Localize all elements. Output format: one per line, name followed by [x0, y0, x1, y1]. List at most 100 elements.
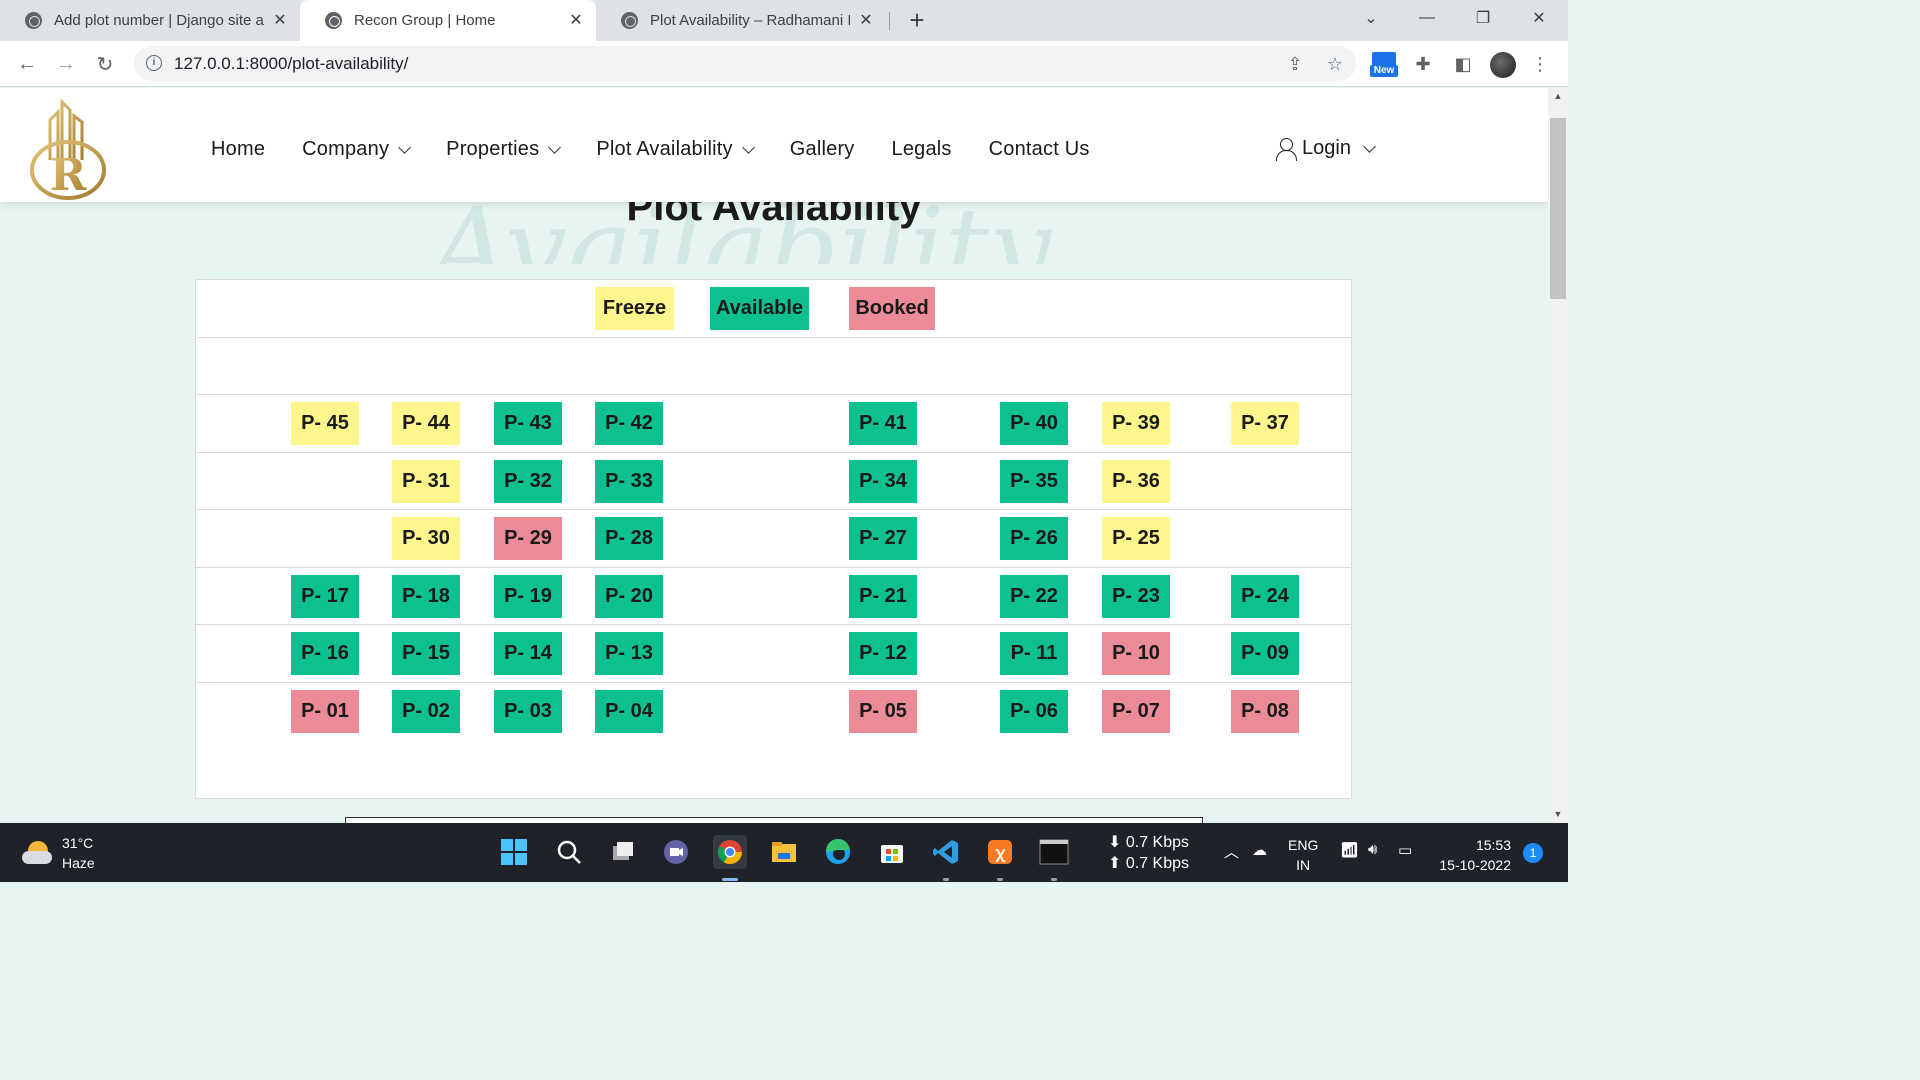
plot-badge[interactable]: P- 31	[392, 459, 460, 503]
windows-start-icon[interactable]	[497, 835, 531, 869]
plot-badge[interactable]: P- 07	[1102, 689, 1170, 733]
plot-badge[interactable]: P- 21	[849, 574, 917, 618]
plot-badge[interactable]: P- 41	[849, 402, 917, 445]
plot-badge[interactable]: P- 03	[494, 689, 562, 733]
onedrive-cloud-icon[interactable]: ☁	[1252, 841, 1267, 859]
file-explorer-icon[interactable]	[767, 835, 801, 869]
search-icon[interactable]	[552, 835, 586, 869]
plot-badge[interactable]: P- 36	[1102, 459, 1170, 503]
system-clock[interactable]: 15:53 15-10-2022	[1437, 835, 1511, 875]
back-icon[interactable]: ←	[12, 49, 42, 79]
plot-badge[interactable]: P- 06	[1000, 689, 1068, 733]
plot-badge[interactable]: P- 43	[494, 402, 562, 445]
volume-icon[interactable]: 🔊︎	[1368, 841, 1377, 858]
plot-badge[interactable]: P- 44	[392, 402, 460, 445]
browser-tab-active[interactable]: Recon Group | Home ✕	[300, 0, 596, 41]
plot-badge[interactable]: P- 20	[595, 574, 663, 618]
company-logo[interactable]: R	[28, 98, 108, 202]
plot-badge[interactable]: P- 40	[1000, 402, 1068, 445]
plot-badge[interactable]: P- 05	[849, 689, 917, 733]
close-icon[interactable]: ✕	[272, 12, 288, 29]
nav-gallery[interactable]: Gallery	[790, 138, 855, 161]
nav-home[interactable]: Home	[211, 138, 265, 161]
plot-badge[interactable]: P- 22	[1000, 574, 1068, 618]
side-panel-icon[interactable]: ◧	[1450, 51, 1476, 77]
page-scrollbar[interactable]: ▲ ▼	[1548, 88, 1568, 823]
tab-search-icon[interactable]: ⌄	[1348, 0, 1394, 36]
battery-icon[interactable]: ▭	[1398, 841, 1412, 859]
plot-badge[interactable]: P- 09	[1231, 632, 1299, 675]
plot-badge[interactable]: P- 45	[291, 402, 359, 445]
plot-badge[interactable]: P- 30	[392, 517, 460, 560]
share-icon[interactable]: ⇪	[1282, 51, 1308, 77]
task-view-icon[interactable]	[606, 835, 640, 869]
nav-contact-us[interactable]: Contact Us	[989, 138, 1090, 161]
plot-badge[interactable]: P- 35	[1000, 459, 1068, 503]
chrome-icon[interactable]	[713, 835, 747, 869]
plot-badge[interactable]: P- 18	[392, 574, 460, 618]
plot-badge[interactable]: P- 24	[1231, 574, 1299, 618]
close-icon[interactable]: ✕	[568, 12, 584, 29]
extension-new-icon[interactable]: New	[1370, 51, 1398, 77]
scrollbar-thumb[interactable]	[1550, 118, 1566, 299]
plot-badge[interactable]: P- 39	[1102, 402, 1170, 445]
url-text[interactable]: 127.0.0.1:8000/plot-availability/	[174, 54, 408, 74]
vscode-icon[interactable]	[929, 835, 963, 869]
browser-tab[interactable]: Add plot number | Django site ad ✕	[0, 0, 300, 41]
address-bar[interactable]: i 127.0.0.1:8000/plot-availability/ ⇪ ☆	[134, 46, 1356, 81]
plot-badge[interactable]: P- 33	[595, 459, 663, 503]
menu-kebab-icon[interactable]: ⋮	[1530, 51, 1550, 77]
plot-badge[interactable]: P- 29	[494, 517, 562, 560]
edge-icon[interactable]	[821, 835, 855, 869]
bookmark-star-icon[interactable]: ☆	[1322, 51, 1348, 77]
plot-badge[interactable]: P- 34	[849, 459, 917, 503]
plot-badge[interactable]: P- 04	[595, 689, 663, 733]
wifi-icon[interactable]: 📶︎	[1340, 841, 1359, 859]
plot-badge[interactable]: P- 27	[849, 517, 917, 560]
plot-badge[interactable]: P- 02	[392, 689, 460, 733]
plot-badge[interactable]: P- 08	[1231, 689, 1299, 733]
plot-badge[interactable]: P- 25	[1102, 517, 1170, 560]
plot-badge[interactable]: P- 14	[494, 632, 562, 675]
plot-badge[interactable]: P- 11	[1000, 632, 1068, 675]
nav-plot-availability[interactable]: Plot Availability	[596, 138, 755, 161]
plot-badge[interactable]: P- 16	[291, 632, 359, 675]
login-button[interactable]: Login	[1276, 137, 1376, 161]
plot-badge[interactable]: P- 15	[392, 632, 460, 675]
extensions-puzzle-icon[interactable]: ✚	[1410, 51, 1436, 77]
scroll-down-icon[interactable]: ▼	[1548, 806, 1568, 823]
new-tab-button[interactable]: +	[903, 6, 931, 34]
terminal-icon[interactable]	[1037, 835, 1071, 869]
notification-badge[interactable]: 1	[1523, 843, 1543, 863]
plot-badge[interactable]: P- 28	[595, 517, 663, 560]
plot-badge[interactable]: P- 19	[494, 574, 562, 618]
xampp-icon[interactable]: ꭓ	[983, 835, 1017, 869]
input-language[interactable]: ENG IN	[1288, 835, 1318, 875]
profile-avatar[interactable]	[1490, 52, 1516, 78]
plot-badge[interactable]: P- 37	[1231, 402, 1299, 445]
plot-badge[interactable]: P- 13	[595, 632, 663, 675]
nav-properties[interactable]: Properties	[446, 138, 562, 161]
close-window-icon[interactable]: ✕	[1516, 0, 1562, 36]
teams-chat-icon[interactable]	[659, 835, 693, 869]
plot-badge[interactable]: P- 01	[291, 689, 359, 733]
plot-badge[interactable]: P- 12	[849, 632, 917, 675]
minimize-icon[interactable]: —	[1404, 0, 1450, 36]
site-info-icon[interactable]: i	[146, 55, 162, 71]
chevron-up-icon[interactable]: ︿	[1224, 841, 1239, 862]
close-icon[interactable]: ✕	[858, 12, 874, 29]
weather-widget[interactable]: 31°C Haze	[22, 833, 95, 873]
plot-badge[interactable]: P- 23	[1102, 574, 1170, 618]
scroll-up-icon[interactable]: ▲	[1548, 88, 1568, 105]
plot-badge[interactable]: P- 26	[1000, 517, 1068, 560]
nav-legals[interactable]: Legals	[892, 138, 952, 161]
restore-icon[interactable]: ❐	[1460, 0, 1506, 36]
microsoft-store-icon[interactable]	[875, 835, 909, 869]
forward-icon[interactable]: →	[51, 49, 81, 79]
plot-badge[interactable]: P- 10	[1102, 632, 1170, 675]
plot-badge[interactable]: P- 17	[291, 574, 359, 618]
reload-icon[interactable]: ↻	[90, 49, 120, 79]
nav-company[interactable]: Company	[302, 138, 412, 161]
browser-tab[interactable]: Plot Availability – Radhamani Infr ✕	[596, 0, 886, 41]
plot-badge[interactable]: P- 32	[494, 459, 562, 503]
